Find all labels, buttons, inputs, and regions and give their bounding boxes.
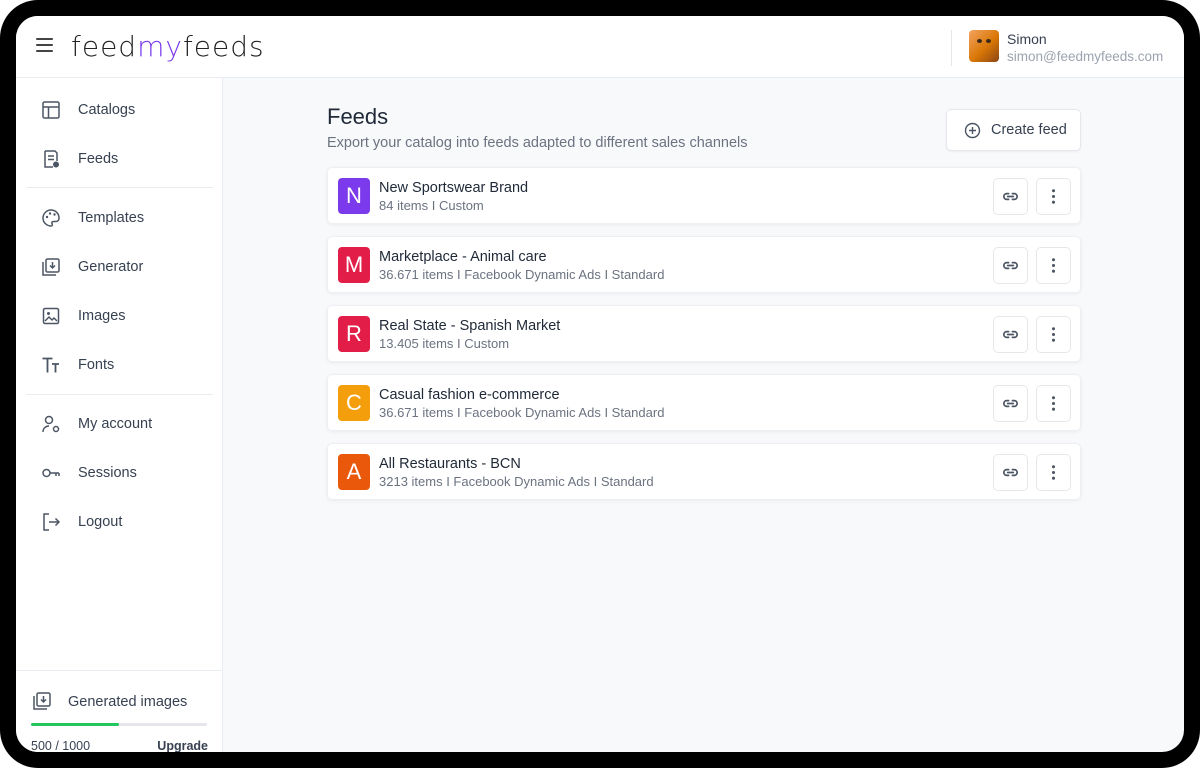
feed-name: Casual fashion e-commerce — [379, 387, 560, 403]
copy-link-button[interactable] — [993, 454, 1028, 491]
more-vertical-icon — [1051, 465, 1056, 480]
copy-link-button[interactable] — [993, 178, 1028, 215]
more-options-button[interactable] — [1036, 385, 1071, 422]
logout-icon — [43, 513, 61, 531]
feed-row[interactable]: C Casual fashion e-commerce 36.671 items I… — [327, 374, 1081, 431]
feed-meta: 84 items I Custom — [379, 198, 484, 213]
sidebar-item-label: Logout — [78, 514, 123, 530]
sidebar-item-label: Templates — [78, 210, 145, 226]
sidebar-item-label: Generator — [78, 259, 144, 275]
user-email: simon@feedmyfeeds.com — [1007, 49, 1164, 64]
more-vertical-icon — [1051, 396, 1056, 411]
feed-meta: 13.405 items I Custom — [379, 336, 510, 351]
sidebar-item-label: Fonts — [78, 357, 115, 373]
key-icon — [42, 468, 60, 478]
more-options-button[interactable] — [1036, 178, 1071, 215]
account-icon — [42, 415, 60, 433]
feed-badge: A — [338, 454, 370, 490]
link-icon — [1003, 468, 1018, 477]
more-options-button[interactable] — [1036, 316, 1071, 353]
feeds-icon — [44, 150, 59, 168]
feed-badge: R — [338, 316, 370, 352]
device-frame: feedmyfeeds Simon simon@feedmyfeeds.com … — [0, 0, 1200, 768]
sidebar-item-feeds[interactable]: Feeds — [16, 139, 223, 179]
feed-row[interactable]: R Real State - Spanish Market 13.405 items… — [327, 305, 1081, 362]
generated-images-label: Generated images — [68, 694, 188, 710]
nav-divider — [26, 187, 213, 188]
feed-meta: 36.671 items I Facebook Dynamic Ads I St… — [379, 267, 665, 282]
feed-name: Real State - Spanish Market — [379, 318, 561, 334]
feed-row[interactable]: N New Sportswear Brand 84 items I Custom — [327, 167, 1081, 224]
sidebar-item-catalogs[interactable]: Catalogs — [16, 90, 223, 130]
app-screen: feedmyfeeds Simon simon@feedmyfeeds.com … — [16, 16, 1184, 752]
page-title: Feeds — [327, 104, 389, 129]
user-name: Simon — [1007, 31, 1047, 47]
plus-circle-icon — [964, 122, 981, 139]
catalog-icon — [42, 101, 60, 119]
sidebar-item-fonts[interactable]: Fonts — [16, 345, 223, 385]
generated-images-panel: Generated images 500 / 1000 Upgrade — [16, 670, 223, 752]
nav-divider — [26, 394, 213, 395]
logo-text-my: my — [137, 30, 183, 63]
sidebar: Catalogs Feeds Templates Generator Image… — [16, 78, 223, 752]
generator-icon — [42, 258, 60, 276]
app-logo[interactable]: feedmyfeeds — [71, 30, 265, 63]
link-icon — [1003, 330, 1018, 339]
user-divider — [951, 30, 952, 66]
more-vertical-icon — [1051, 258, 1056, 273]
feed-name: All Restaurants - BCN — [379, 456, 521, 472]
copy-link-button[interactable] — [993, 316, 1028, 353]
generated-images-count: 500 / 1000 — [31, 739, 91, 752]
sidebar-item-label: Sessions — [78, 465, 137, 481]
more-options-button[interactable] — [1036, 454, 1071, 491]
logo-text-feed: feed — [71, 30, 138, 63]
feed-meta: 36.671 items I Facebook Dynamic Ads I St… — [379, 405, 665, 420]
sidebar-item-images[interactable]: Images — [16, 296, 223, 336]
link-icon — [1003, 192, 1018, 201]
feed-name: New Sportswear Brand — [379, 180, 529, 196]
image-icon — [42, 307, 60, 325]
feed-badge: C — [338, 385, 370, 421]
sidebar-item-logout[interactable]: Logout — [16, 502, 223, 542]
sidebar-item-label: My account — [78, 416, 153, 432]
generated-images-icon — [33, 692, 51, 710]
top-bar: feedmyfeeds Simon simon@feedmyfeeds.com — [16, 16, 1184, 78]
palette-icon — [42, 209, 60, 227]
more-vertical-icon — [1051, 189, 1056, 204]
progress-fill — [31, 723, 119, 726]
avatar[interactable] — [969, 30, 999, 62]
create-feed-label: Create feed — [991, 122, 1067, 138]
more-options-button[interactable] — [1036, 247, 1071, 284]
sidebar-item-label: Catalogs — [78, 102, 136, 118]
upgrade-link[interactable]: Upgrade — [157, 739, 208, 752]
sidebar-item-my-account[interactable]: My account — [16, 404, 223, 444]
feed-name: Marketplace - Animal care — [379, 249, 547, 265]
menu-icon[interactable] — [36, 38, 53, 53]
sidebar-item-label: Images — [78, 308, 126, 324]
sidebar-item-sessions[interactable]: Sessions — [16, 453, 223, 493]
feed-meta: 3213 items I Facebook Dynamic Ads I Stan… — [379, 474, 654, 489]
generated-images-progress — [31, 723, 207, 726]
sidebar-item-templates[interactable]: Templates — [16, 198, 223, 238]
link-icon — [1003, 399, 1018, 408]
fonts-icon — [42, 357, 59, 373]
copy-link-button[interactable] — [993, 385, 1028, 422]
copy-link-button[interactable] — [993, 247, 1028, 284]
link-icon — [1003, 261, 1018, 270]
sidebar-item-label: Feeds — [78, 151, 119, 167]
create-feed-button[interactable]: Create feed — [946, 109, 1081, 151]
sidebar-item-generator[interactable]: Generator — [16, 247, 223, 287]
feed-row[interactable]: A All Restaurants - BCN 3213 items I Faceb… — [327, 443, 1081, 500]
feed-badge: M — [338, 247, 370, 283]
feed-badge: N — [338, 178, 370, 214]
logo-text-feeds: feeds — [182, 30, 265, 63]
feed-row[interactable]: M Marketplace - Animal care 36.671 items I… — [327, 236, 1081, 293]
more-vertical-icon — [1051, 327, 1056, 342]
page-subtitle: Export your catalog into feeds adapted t… — [327, 135, 748, 151]
